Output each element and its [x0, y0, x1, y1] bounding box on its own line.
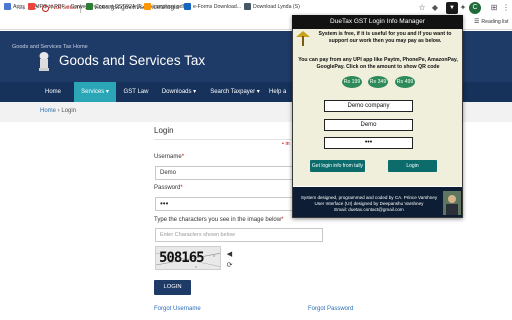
footer-email: Email: duetax.contact@gmail.com [334, 207, 404, 212]
nav-downloads[interactable]: Downloads ▾ [155, 82, 203, 102]
popup-username-field[interactable]: Demo [324, 119, 413, 131]
forgot-username-link[interactable]: Forgot Username [154, 306, 201, 312]
apps-grid-icon [4, 3, 11, 10]
get-login-info-button[interactable]: Get login info from tally [310, 160, 365, 172]
bookmark-label: Convert GSTR2A (E... [95, 3, 147, 10]
popup-login-button[interactable]: Login [388, 160, 437, 172]
tab-list-icon[interactable]: ⊞ [488, 2, 500, 14]
captcha-text: 508165 [159, 250, 205, 266]
star-icon[interactable]: ☆ [416, 2, 428, 14]
amount-349-button[interactable]: Rs 349 [368, 76, 388, 88]
sheet-icon [86, 3, 93, 10]
site-title: Goods and Services Tax [59, 53, 206, 68]
company-field[interactable]: Demo company [324, 100, 413, 112]
nav-search-taxpayer[interactable]: Search Taxpayer ▾ [203, 82, 267, 102]
login-button[interactable]: LOGIN [154, 280, 191, 295]
nav-services[interactable]: Services ▾ [74, 82, 116, 102]
bookmark-label: e-Forms Download... [193, 3, 242, 10]
captcha-label: Type the characters you see in the image… [154, 217, 283, 223]
username-label: Username* [154, 154, 184, 160]
captcha-input[interactable]: Enter Characters shown below [155, 228, 323, 242]
captcha-label-text: Type the characters you see in the image… [154, 217, 282, 223]
extension-icon[interactable]: ◆ [429, 2, 441, 14]
pdf-icon [28, 3, 35, 10]
nav-gst-law[interactable]: GST Law [117, 82, 155, 102]
bookmark-apps[interactable]: Apps [4, 1, 25, 12]
puzzle-icon[interactable]: ✦ [457, 2, 469, 14]
compress-icon [144, 3, 151, 10]
forgot-password-link[interactable]: Forgot Password [308, 306, 353, 312]
download-icon [244, 3, 251, 10]
bookmark-download-lynda[interactable]: Download Lynda (S) [244, 1, 300, 12]
popup-upi-text: You can pay from any UPI app like Paytm,… [298, 57, 458, 70]
captcha-image: 508165 [155, 246, 221, 270]
author-photo-icon [443, 191, 461, 215]
popup-password-field[interactable]: ••• [324, 137, 413, 149]
breadcrumb-current: Login [61, 108, 77, 114]
required-mark: * [281, 217, 284, 223]
menu-icon[interactable]: ⋮ [500, 2, 512, 14]
bookmark-label: Download Lynda (S) [253, 3, 300, 10]
popup-support-text: System is free, if it is useful for you … [318, 31, 452, 44]
bookmark-jpg-to-pdf[interactable]: JPG to PDF – Conve... [28, 1, 90, 12]
popup-title: DueTax GST Login Info Manager [292, 15, 463, 29]
username-label-text: Username [154, 154, 182, 160]
site-home-link[interactable]: Goods and Services Tax Home [12, 44, 88, 50]
refresh-captcha-icon[interactable]: ⟳ [225, 261, 234, 270]
password-label: Password* [154, 185, 183, 191]
bookmark-label: compress pdf [153, 3, 185, 10]
bookmark-compress-pdf[interactable]: compress pdf [144, 1, 184, 12]
password-label-text: Password [154, 185, 181, 191]
document-icon [184, 3, 191, 10]
audio-captcha-icon[interactable]: ◀ [225, 250, 234, 259]
breadcrumb-home[interactable]: Home [40, 108, 56, 114]
bookmark-label: Apps [13, 3, 25, 10]
bookmark-eforms[interactable]: e-Forms Download... [184, 1, 241, 12]
amount-499-button[interactable]: Rs 499 [395, 76, 415, 88]
reading-list-label: Reading list [481, 18, 509, 25]
amount-199-button[interactable]: Rs 199 [342, 76, 362, 88]
duetax-logo-icon [296, 31, 310, 46]
national-emblem-icon [39, 52, 49, 71]
bookmark-convert-gstr2a[interactable]: Convert GSTR2A (E... [86, 1, 146, 12]
required-mark: * [181, 154, 185, 160]
login-title: Login [154, 126, 174, 135]
reading-list-icon: ☰ [474, 19, 480, 25]
required-indicator-note: • in [282, 141, 290, 147]
required-mark: * [180, 185, 183, 191]
breadcrumb: Home › Login [40, 108, 76, 114]
nav-home[interactable]: Home [36, 82, 70, 102]
bookmark-label: JPG to PDF – Conve... [37, 3, 90, 10]
reading-list[interactable]: ☰ Reading list [474, 18, 509, 26]
avatar[interactable]: C [469, 2, 481, 14]
